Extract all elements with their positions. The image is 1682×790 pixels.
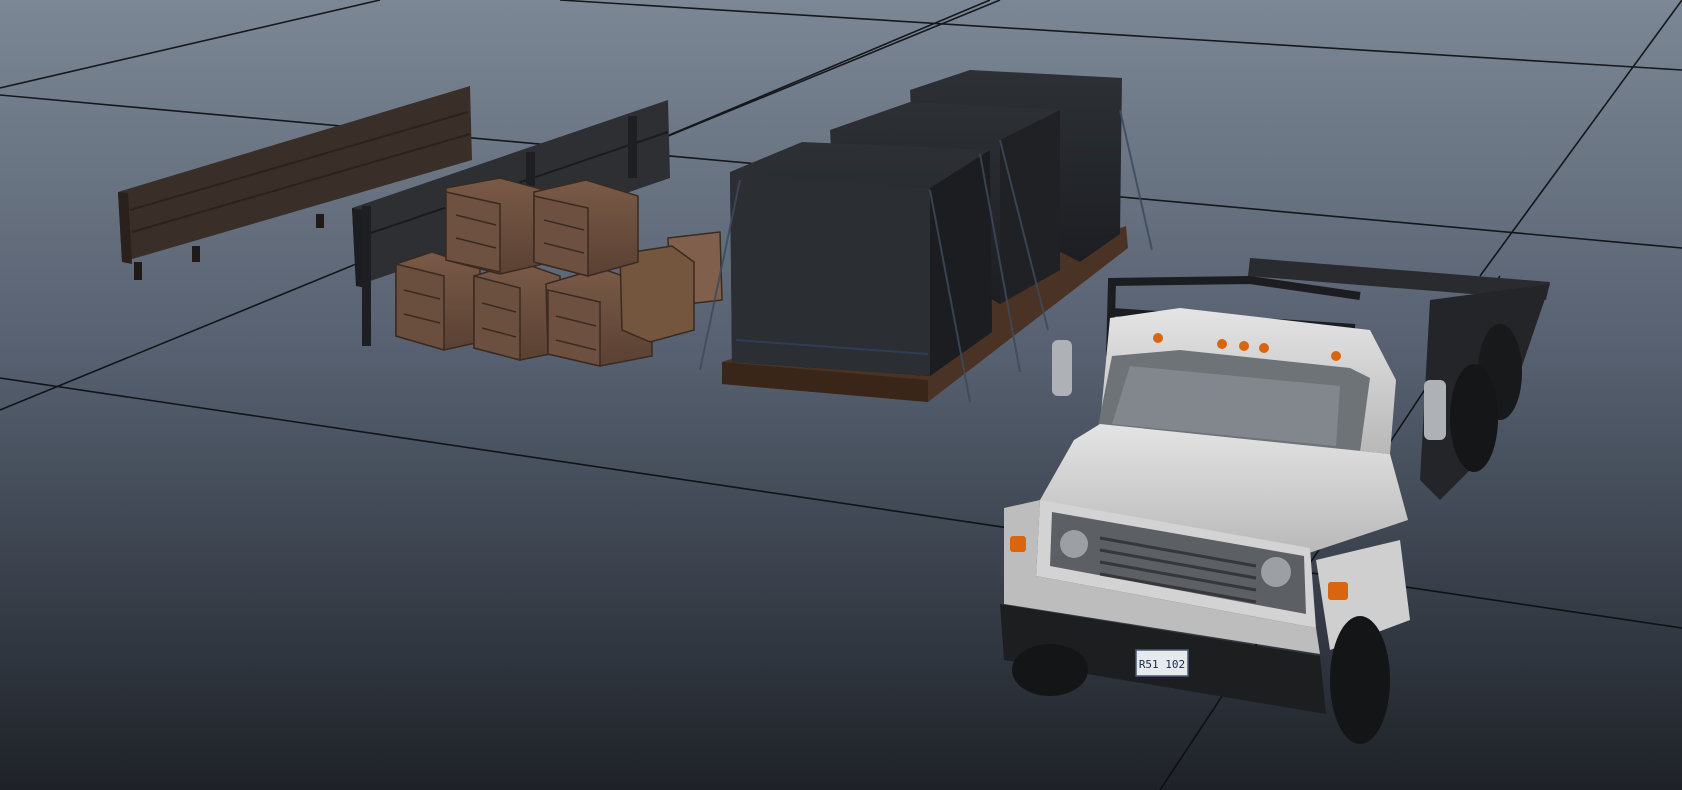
3d-viewport[interactable]: R51 102 — [0, 0, 1682, 790]
license-plate-text: R51 102 — [1139, 658, 1185, 671]
scene-render: R51 102 — [0, 0, 1682, 790]
